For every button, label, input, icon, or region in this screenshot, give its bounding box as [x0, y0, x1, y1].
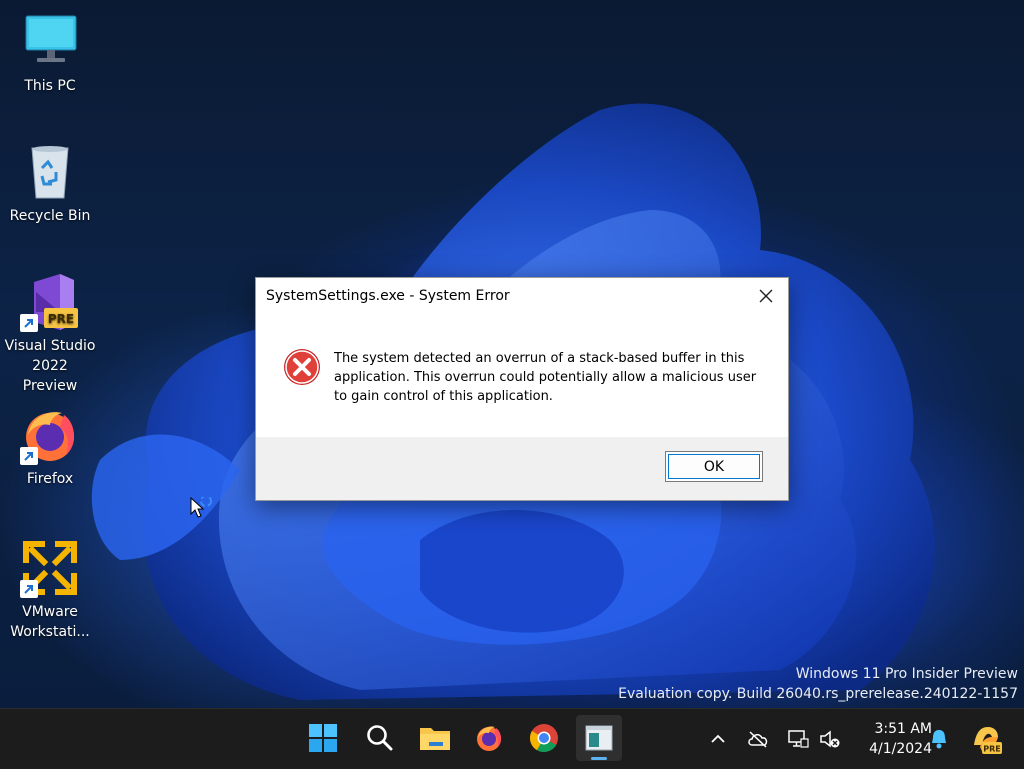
chrome-taskbar-button[interactable]: [521, 715, 567, 761]
desktop-icon-firefox[interactable]: Firefox: [4, 405, 96, 489]
network-icon: [788, 730, 809, 748]
volume-tray-button[interactable]: [818, 727, 842, 751]
vmware-icon: [20, 538, 80, 598]
firefox-icon: [477, 726, 502, 751]
firefox-icon: [20, 405, 80, 465]
bell-icon: [932, 730, 946, 749]
watermark-edition: Windows 11 Pro Insider Preview: [795, 666, 1018, 682]
shortcut-arrow-icon: [20, 580, 38, 598]
error-icon: [284, 349, 320, 385]
cloud-offline-icon: [748, 731, 768, 748]
windows-watermark: Windows 11 Pro Insider Preview Evaluatio…: [618, 664, 1018, 704]
desktop-icon-visual-studio[interactable]: PRE Visual Studio 2022 Preview: [4, 272, 96, 396]
desktop-icon-label: Recycle Bin: [9, 208, 91, 224]
dialog-body: The system detected an overrun of a stac…: [256, 316, 788, 436]
file-explorer-button[interactable]: [412, 715, 458, 761]
visual-studio-icon: PRE: [20, 272, 80, 332]
desktop-icon-this-pc[interactable]: This PC: [4, 12, 96, 96]
dialog-footer: OK: [256, 437, 788, 500]
dialog-title-bar[interactable]: SystemSettings.exe - System Error: [256, 278, 788, 316]
desktop-icon-vmware[interactable]: VMware Workstati...: [4, 538, 96, 642]
search-icon: [367, 725, 393, 751]
folder-icon: [420, 728, 450, 750]
busy-cursor-icon: [190, 497, 212, 518]
start-button[interactable]: [300, 715, 346, 761]
notifications-button[interactable]: [927, 727, 951, 751]
active-app-indicator: [591, 757, 607, 760]
close-button[interactable]: [744, 278, 788, 314]
svg-text:PRE: PRE: [983, 745, 1001, 754]
copilot-icon: PRE: [974, 727, 1002, 754]
shortcut-arrow-icon: [20, 314, 38, 332]
chrome-icon: [529, 724, 558, 753]
desktop-icon-label: Visual Studio 2022 Preview: [4, 338, 96, 394]
watermark-build: Evaluation copy. Build 26040.rs_prerelea…: [618, 686, 1018, 702]
show-hidden-icons-button[interactable]: [706, 727, 730, 751]
desktop-icon-label: This PC: [24, 78, 76, 94]
settings-window-icon: [585, 725, 613, 751]
windows-logo-icon: [309, 724, 337, 752]
clock[interactable]: 3:51 AM 4/1/2024: [850, 719, 932, 759]
volume-muted-icon: [820, 730, 840, 748]
clock-date: 4/1/2024: [869, 741, 932, 757]
system-settings-taskbar-button[interactable]: [576, 715, 622, 761]
search-button[interactable]: [357, 715, 403, 761]
dialog-title: SystemSettings.exe - System Error: [266, 288, 510, 304]
system-error-dialog: SystemSettings.exe - System Error The sy…: [255, 277, 789, 501]
firefox-taskbar-button[interactable]: [466, 715, 512, 761]
network-tray-button[interactable]: [786, 727, 810, 751]
desktop-icon-label: Firefox: [26, 471, 74, 487]
ok-button[interactable]: OK: [665, 451, 763, 482]
svg-text:PRE: PRE: [48, 312, 74, 326]
clock-time: 3:51 AM: [874, 721, 932, 737]
desktop-icon-label: VMware Workstati...: [10, 604, 90, 640]
onedrive-tray-button[interactable]: [746, 727, 770, 751]
monitor-icon: [20, 12, 80, 72]
chevron-up-icon: [711, 734, 725, 743]
close-icon: [759, 289, 773, 303]
desktop-icon-recycle-bin[interactable]: Recycle Bin: [4, 142, 96, 226]
recycle-bin-icon: [20, 142, 80, 202]
taskbar: 3:51 AM 4/1/2024 PRE: [0, 708, 1024, 769]
error-message: The system detected an overrun of a stac…: [334, 351, 757, 404]
copilot-button[interactable]: PRE: [970, 723, 1002, 755]
shortcut-arrow-icon: [20, 447, 38, 465]
